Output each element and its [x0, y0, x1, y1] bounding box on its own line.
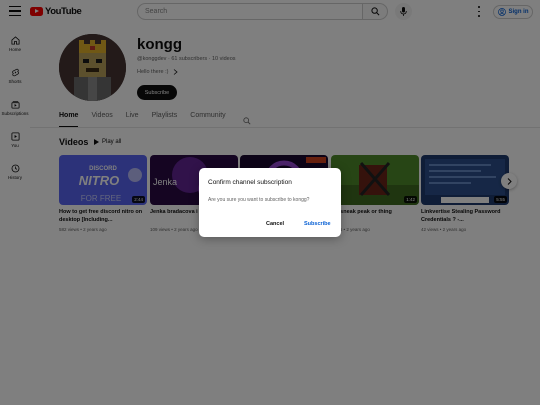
dialog-cancel-button[interactable]: Cancel — [266, 221, 284, 227]
youtube-channel-page: YouTube Search Sign in Home Shorts Subsc… — [0, 0, 540, 405]
confirm-subscription-dialog: Confirm channel subscription Are you sur… — [199, 168, 341, 237]
dialog-title: Confirm channel subscription — [208, 179, 292, 186]
dialog-subscribe-button[interactable]: Subscribe — [304, 221, 331, 227]
dialog-message: Are you sure you want to subscribe to ko… — [208, 197, 310, 203]
